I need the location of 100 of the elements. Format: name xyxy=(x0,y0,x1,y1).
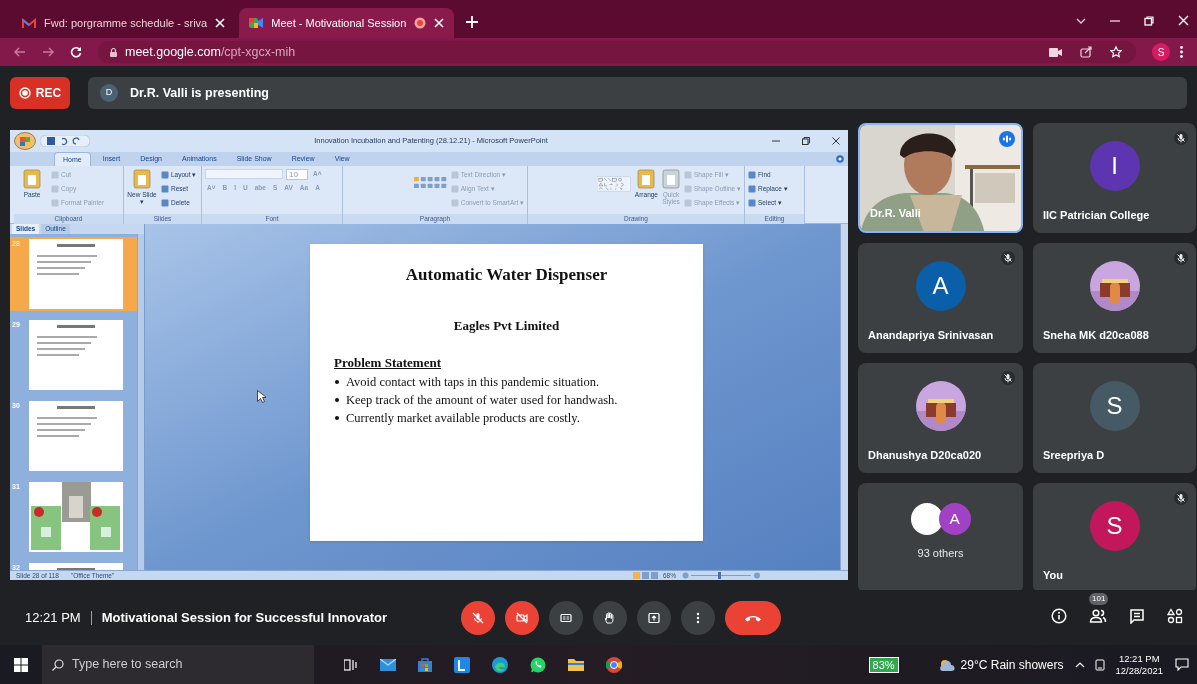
captions-button[interactable] xyxy=(549,601,583,635)
store-icon[interactable] xyxy=(418,657,432,672)
avatar: S xyxy=(1089,501,1140,551)
activities-icon[interactable] xyxy=(1167,608,1183,624)
avatar xyxy=(910,503,943,535)
avatar: A xyxy=(938,503,971,535)
info-icon[interactable] xyxy=(1051,608,1067,624)
participant-tile[interactable]: A 93 others xyxy=(858,483,1023,590)
video-camera-icon[interactable] xyxy=(1049,47,1062,57)
participant-tile[interactable]: Sneha MK d20ca088 xyxy=(1033,243,1196,353)
avatar: A xyxy=(915,261,966,311)
meeting-title: Motivational Session for Successful Innovator xyxy=(101,608,387,627)
help-icon[interactable] xyxy=(836,155,844,163)
windows-start-icon[interactable] xyxy=(14,657,28,672)
star-icon[interactable] xyxy=(1110,46,1122,58)
bullet-text: Keep track of the amount of water used for handwash. xyxy=(346,391,618,409)
battery-indicator: 83% xyxy=(868,656,899,673)
command-icon xyxy=(637,169,656,189)
tile-name: You xyxy=(1043,567,1063,583)
chevron-up-icon[interactable] xyxy=(1075,661,1086,668)
url-text: meet.google.com/cpt-xgcx-mih xyxy=(125,43,297,61)
slide-subtitle: Eagles Pvt Limited xyxy=(453,316,560,335)
search-icon xyxy=(52,658,64,671)
weather-text[interactable]: 29°C Rain showers xyxy=(960,655,1064,674)
office-logo-icon[interactable] xyxy=(14,132,36,150)
participant-tile[interactable]: Dhanushya D20ca020 xyxy=(858,363,1023,473)
tile-name: Dr.R. Valli xyxy=(870,205,921,221)
lock-icon xyxy=(110,47,117,57)
mail-icon xyxy=(22,17,36,29)
present-icon xyxy=(646,610,662,626)
tile-name: Dhanushya D20ca020 xyxy=(868,447,982,463)
restore-icon[interactable] xyxy=(1144,15,1154,26)
edge-browser-icon[interactable] xyxy=(492,656,508,673)
tile-name: Sneha MK d20ca088 xyxy=(1043,327,1149,343)
participant-tile[interactable]: S You xyxy=(1033,483,1196,590)
close-icon[interactable] xyxy=(832,137,840,145)
tablet-icon[interactable] xyxy=(1095,658,1106,671)
participant-tile[interactable]: I IIC Patrician College xyxy=(1033,123,1196,233)
scrollbar[interactable] xyxy=(840,224,848,570)
letter-l-app-icon[interactable] xyxy=(454,656,470,673)
tile-name: 93 others xyxy=(916,546,965,561)
clock-date[interactable]: 12/28/2021 xyxy=(1115,664,1163,677)
notifications-icon[interactable] xyxy=(1175,658,1189,671)
avatar: S xyxy=(1089,381,1140,431)
present-button[interactable] xyxy=(637,601,671,635)
recording-badge: REC xyxy=(10,77,70,109)
presenter-text: Dr.R. Valli is presenting xyxy=(130,84,269,102)
video-camera-icon xyxy=(249,17,264,29)
count-badge: 101 xyxy=(1089,593,1109,605)
leave-call-button[interactable] xyxy=(725,601,781,635)
share-icon[interactable] xyxy=(1080,46,1092,58)
browser-icon[interactable] xyxy=(606,656,622,673)
bullet-icon xyxy=(335,379,339,384)
slide-heading: Problem Statement xyxy=(334,354,442,372)
command-icon xyxy=(23,169,41,189)
bullet-text: Currently market available products are costly. xyxy=(346,409,580,427)
more-icon[interactable] xyxy=(1180,46,1183,58)
avatar: I xyxy=(1089,141,1140,191)
participant-tile[interactable]: A Anandapriya Srinivasan xyxy=(858,243,1023,353)
tile-name: Sreepriya D xyxy=(1043,447,1105,463)
record-icon xyxy=(18,87,31,99)
profile-avatar[interactable]: S xyxy=(1152,43,1170,61)
new-tab-icon[interactable] xyxy=(466,16,479,28)
command-icon xyxy=(133,169,151,189)
meeting-time: 12:21 PM xyxy=(25,608,81,627)
bullet-icon xyxy=(335,415,339,420)
chat-bubble-icon[interactable] xyxy=(530,656,546,673)
pointer-icon xyxy=(257,390,266,403)
search-field[interactable]: Type here to search xyxy=(42,645,314,684)
slide-title: Automatic Water Dispenser xyxy=(405,264,608,286)
folder-icon[interactable] xyxy=(568,658,584,671)
chevron-down-icon[interactable] xyxy=(1076,17,1086,24)
forward-icon[interactable] xyxy=(42,47,54,57)
microphone-button[interactable] xyxy=(461,601,495,635)
mic-off-icon xyxy=(470,610,486,626)
address-field[interactable]: meet.google.com/cpt-xgcx-mih xyxy=(98,41,1136,63)
restore-icon[interactable] xyxy=(802,137,810,145)
reload-icon[interactable] xyxy=(70,46,82,58)
mail-icon[interactable] xyxy=(380,658,396,671)
camera-button[interactable] xyxy=(505,601,539,635)
tile-name: IIC Patrician College xyxy=(1043,207,1150,223)
task-view-icon[interactable] xyxy=(344,658,358,671)
quick-access-icon[interactable] xyxy=(40,135,90,147)
weather-icon[interactable] xyxy=(938,658,955,671)
bullet-text: Avoid contact with taps in this pandemic situation. xyxy=(346,373,600,391)
scrollbar[interactable] xyxy=(137,234,144,570)
clock-time[interactable]: 12:21 PM xyxy=(1118,652,1160,665)
command-icon xyxy=(662,169,680,189)
browser-tab[interactable]: Meet - Motivational Session xyxy=(239,8,455,38)
zoom-slider-icon[interactable] xyxy=(682,572,762,579)
chat-icon[interactable] xyxy=(1129,608,1145,624)
camera-off-icon xyxy=(514,610,530,626)
tile-name: Anandapriya Srinivasan xyxy=(868,327,994,343)
hang-up-icon xyxy=(745,614,761,622)
people-icon[interactable] xyxy=(1089,608,1107,624)
raise-hand-button[interactable] xyxy=(593,601,627,635)
participant-tile[interactable]: S Sreepriya D xyxy=(1033,363,1196,473)
bullet-icon xyxy=(335,397,339,402)
back-icon[interactable] xyxy=(14,47,26,57)
browser-tab[interactable]: Fwd: porgramme schedule - sriva xyxy=(12,8,236,38)
